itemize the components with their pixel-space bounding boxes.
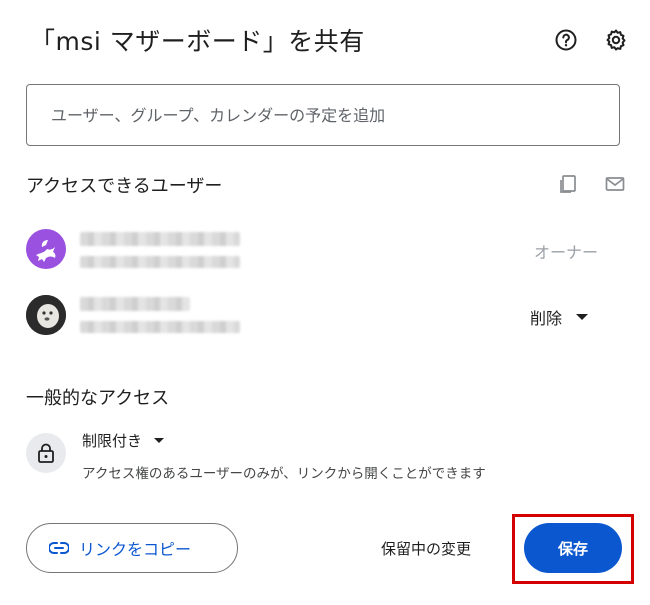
link-icon bbox=[49, 542, 69, 554]
highlight-box bbox=[512, 514, 634, 584]
user-email-redacted bbox=[80, 321, 240, 333]
remove-role-dropdown[interactable]: 削除 bbox=[530, 305, 589, 329]
add-people-field[interactable] bbox=[26, 84, 620, 146]
general-access-heading: 一般的なアクセス bbox=[26, 388, 170, 409]
user-name-redacted bbox=[80, 232, 240, 246]
people-with-access-heading: アクセスできるユーザー bbox=[26, 176, 223, 197]
lock-icon bbox=[26, 433, 66, 473]
access-level-label: 制限付き bbox=[82, 432, 143, 450]
help-icon[interactable] bbox=[551, 25, 581, 55]
pending-changes-text: 保留中の変更 bbox=[381, 540, 472, 558]
gear-icon[interactable] bbox=[601, 25, 631, 55]
mail-icon[interactable] bbox=[600, 169, 630, 199]
dialog-title: 「msi マザーボード」を共有 bbox=[30, 27, 365, 56]
add-people-input[interactable] bbox=[27, 85, 619, 145]
pegasus-avatar bbox=[26, 229, 66, 269]
copy-icon[interactable] bbox=[553, 169, 583, 199]
chevron-down-icon bbox=[576, 314, 589, 320]
copy-link-button[interactable]: リンクをコピー bbox=[26, 523, 238, 573]
remove-role-label: 削除 bbox=[530, 309, 563, 328]
copy-link-label: リンクをコピー bbox=[79, 540, 192, 559]
owner-role-label: オーナー bbox=[534, 243, 599, 262]
access-description: アクセス権のあるユーザーのみが、リンクから開くことができます bbox=[82, 466, 486, 482]
chevron-down-icon bbox=[154, 438, 165, 443]
photo-avatar bbox=[26, 295, 66, 335]
user-name-redacted bbox=[80, 297, 190, 311]
access-level-dropdown[interactable]: 制限付き bbox=[82, 430, 165, 451]
user-email-redacted bbox=[80, 256, 240, 268]
